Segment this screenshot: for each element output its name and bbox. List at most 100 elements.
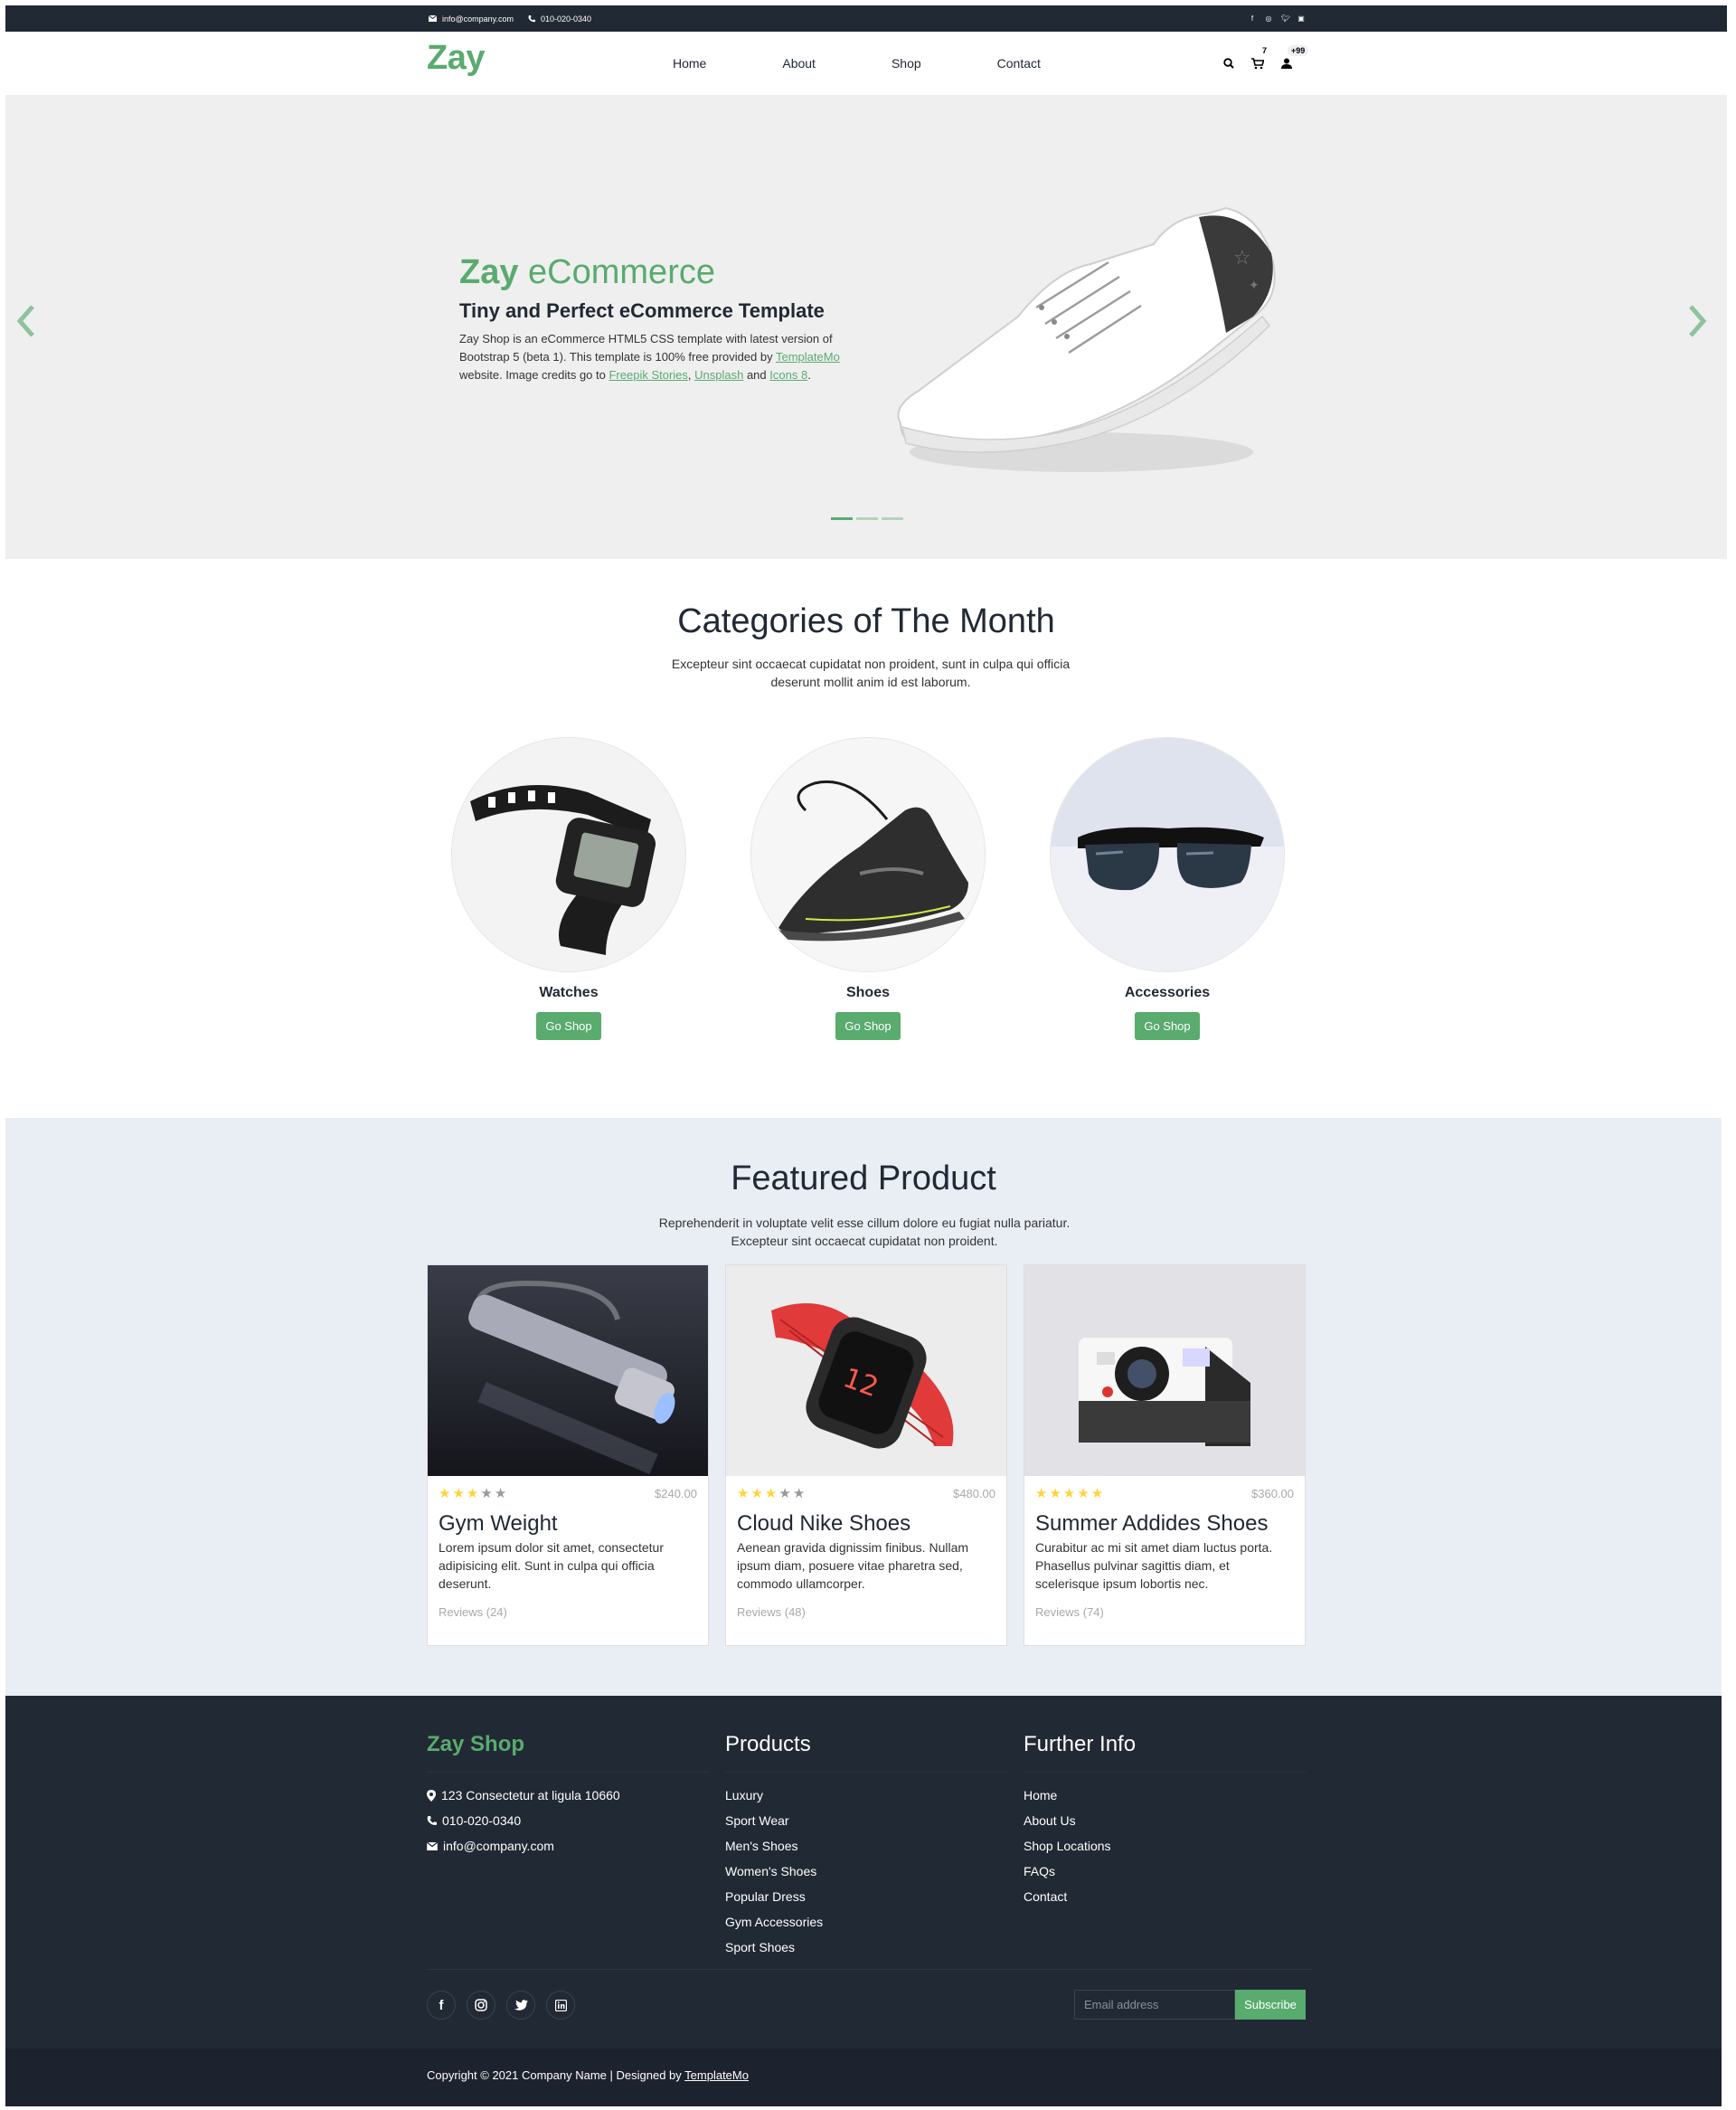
footer-link-gym-accessories[interactable]: Gym Accessories xyxy=(725,1914,823,1930)
linkedin-icon xyxy=(554,1999,567,2011)
carousel-indicator-1[interactable] xyxy=(831,517,853,520)
logo[interactable]: Zay xyxy=(427,39,485,78)
icons8-link[interactable]: Icons 8 xyxy=(769,368,807,382)
user-icon xyxy=(1281,58,1292,69)
subscribe-button[interactable]: Subscribe xyxy=(1235,1990,1306,2020)
envelope-icon xyxy=(429,15,437,22)
hero-title: Zay eCommerce xyxy=(459,253,866,292)
footer-twitter-button[interactable] xyxy=(506,1991,535,2020)
freepik-link[interactable]: Freepik Stories xyxy=(609,368,687,382)
nav-home[interactable]: Home xyxy=(673,56,706,71)
star-icon: ★ xyxy=(439,1486,451,1501)
go-shop-watches-button[interactable]: Go Shop xyxy=(536,1012,601,1040)
product-reviews: Reviews (24) xyxy=(439,1605,507,1619)
footer-social-links: f xyxy=(427,1991,575,2020)
footer-linkedin-button[interactable] xyxy=(546,1991,575,2020)
main-navbar: Zay Home About Shop Contact 7 +99 xyxy=(5,32,1727,95)
topbar-email-link[interactable]: info@company.com xyxy=(442,14,514,24)
copyright-bar: Copyright © 2021 Company Name | Designed… xyxy=(5,2048,1722,2106)
category-image-accessories[interactable] xyxy=(1050,737,1285,972)
carousel-indicators xyxy=(831,517,903,520)
copyright-templatemo-link[interactable]: TemplateMo xyxy=(684,2068,749,2082)
star-icon: ★ xyxy=(778,1486,791,1501)
product-rating-summer-addides-shoes: ★ ★ ★ ★ ★ xyxy=(1035,1487,1103,1500)
footer-link-faqs[interactable]: FAQs xyxy=(1024,1863,1055,1879)
star-icon: ★ xyxy=(466,1486,479,1501)
topbar-phone-link[interactable]: 010-020-0340 xyxy=(541,14,591,24)
star-icon: ★ xyxy=(452,1486,465,1501)
linkedin-icon[interactable]: ▣ xyxy=(1297,14,1305,23)
footer-link-sport-shoes[interactable]: Sport Shoes xyxy=(725,1939,795,1955)
footer-link-luxury[interactable]: Luxury xyxy=(725,1787,763,1803)
footer-facebook-button[interactable]: f xyxy=(427,1991,456,2020)
footer-email-link[interactable]: info@company.com xyxy=(443,1838,554,1854)
featured-title: Featured Product xyxy=(731,1159,996,1197)
product-price: $480.00 xyxy=(953,1487,995,1500)
product-title[interactable]: Summer Addides Shoes xyxy=(1035,1511,1294,1537)
footer-phone-link[interactable]: 010-020-0340 xyxy=(442,1812,521,1829)
twitter-icon[interactable]: 🐦︎ xyxy=(1281,14,1290,23)
footer-link-sport-wear[interactable]: Sport Wear xyxy=(725,1812,789,1829)
footer-link-contact[interactable]: Contact xyxy=(1024,1888,1067,1905)
hero-desc-end: . xyxy=(807,368,811,382)
search-button[interactable] xyxy=(1221,55,1237,71)
carousel-indicator-3[interactable] xyxy=(882,517,903,520)
site-footer: Zay Shop 123 Consectetur at ligula 10660… xyxy=(5,1696,1722,2048)
footer-link-shop-locations[interactable]: Shop Locations xyxy=(1024,1838,1111,1854)
product-title[interactable]: Cloud Nike Shoes xyxy=(737,1511,995,1537)
product-card-gym-weight[interactable]: ★ ★ ★ ★ ★ $240.00 Gym Weight Lorem ipsum dol… xyxy=(427,1264,709,1646)
product-rating-cloud-nike-shoes: ★ ★ ★ ★ ★ xyxy=(737,1487,805,1500)
product-card-summer-addides-shoes[interactable]: ★ ★ ★ ★ ★ $360.00 Summer Addides Shoes Curab… xyxy=(1024,1264,1306,1646)
category-name-watches: Watches xyxy=(539,985,599,1000)
footer-link-mens-shoes[interactable]: Men's Shoes xyxy=(725,1838,798,1854)
product-reviews: Reviews (48) xyxy=(737,1605,806,1619)
product-title[interactable]: Gym Weight xyxy=(439,1511,697,1537)
category-image-watches[interactable] xyxy=(451,737,686,972)
chevron-right-icon xyxy=(1689,305,1707,337)
nav-about[interactable]: About xyxy=(782,56,816,71)
product-image-cloud-nike-shoes[interactable]: 12 xyxy=(726,1265,1006,1476)
footer-instagram-button[interactable] xyxy=(467,1991,495,2020)
nav-contact[interactable]: Contact xyxy=(997,56,1041,71)
hero-description: Zay Shop is an eCommerce HTML5 CSS templ… xyxy=(459,330,866,384)
footer-products-title: Products xyxy=(725,1732,1007,1773)
unsplash-link[interactable]: Unsplash xyxy=(694,368,743,382)
sunglasses-image xyxy=(1051,738,1284,971)
footer-link-popular-dress[interactable]: Popular Dress xyxy=(725,1888,806,1905)
topbar-email[interactable]: info@company.com xyxy=(429,14,514,24)
footer-phone[interactable]: 010-020-0340 xyxy=(427,1812,709,1829)
templatemo-link[interactable]: TemplateMo xyxy=(776,350,840,364)
carousel-indicator-2[interactable] xyxy=(856,517,878,520)
footer-link-about-us[interactable]: About Us xyxy=(1024,1812,1076,1829)
nav-shop[interactable]: Shop xyxy=(892,56,921,71)
footer-email[interactable]: info@company.com xyxy=(427,1838,709,1854)
product-card-cloud-nike-shoes[interactable]: 12 ★ ★ ★ ★ ★ $480.00 Cloud Nike Shoes Aenean… xyxy=(725,1264,1007,1646)
product-image-summer-addides-shoes[interactable] xyxy=(1024,1265,1305,1476)
hero-desc-part-3: and xyxy=(743,368,770,382)
facebook-icon[interactable]: f xyxy=(1249,14,1256,23)
hero-sneaker-image: ☆ ✦ xyxy=(897,206,1276,472)
topbar-phone[interactable]: 010-020-0340 xyxy=(528,14,591,24)
hero-carousel: Zay eCommerce Tiny and Perfect eCommerce… xyxy=(5,95,1727,559)
star-icon: ★ xyxy=(1062,1486,1076,1501)
category-image-shoes[interactable] xyxy=(750,737,986,972)
footer-link-home[interactable]: Home xyxy=(1024,1787,1057,1803)
footer-link-womens-shoes[interactable]: Women's Shoes xyxy=(725,1863,816,1879)
go-shop-shoes-button[interactable]: Go Shop xyxy=(835,1012,901,1040)
cart-button[interactable]: 7 xyxy=(1250,45,1271,71)
star-icon: ★ xyxy=(737,1486,750,1501)
product-image-gym-weight[interactable] xyxy=(428,1265,708,1476)
carousel-prev-button[interactable] xyxy=(14,303,42,339)
product-description: Aenean gravida dignissim finibus. Nullam… xyxy=(737,1540,969,1591)
star-icon: ★ xyxy=(480,1486,493,1501)
carousel-next-button[interactable] xyxy=(1687,303,1714,339)
hero-desc-part-2: website. Image credits go to xyxy=(459,368,609,382)
instagram-icon[interactable]: ◎ xyxy=(1265,14,1272,23)
facebook-icon: f xyxy=(439,1997,444,2013)
go-shop-accessories-button[interactable]: Go Shop xyxy=(1135,1012,1200,1040)
envelope-icon xyxy=(427,1841,438,1850)
category-name-shoes: Shoes xyxy=(845,985,890,1000)
user-button[interactable]: +99 xyxy=(1278,45,1309,71)
newsletter-email-input[interactable]: Email address xyxy=(1074,1990,1235,2020)
chevron-left-icon xyxy=(16,305,34,337)
